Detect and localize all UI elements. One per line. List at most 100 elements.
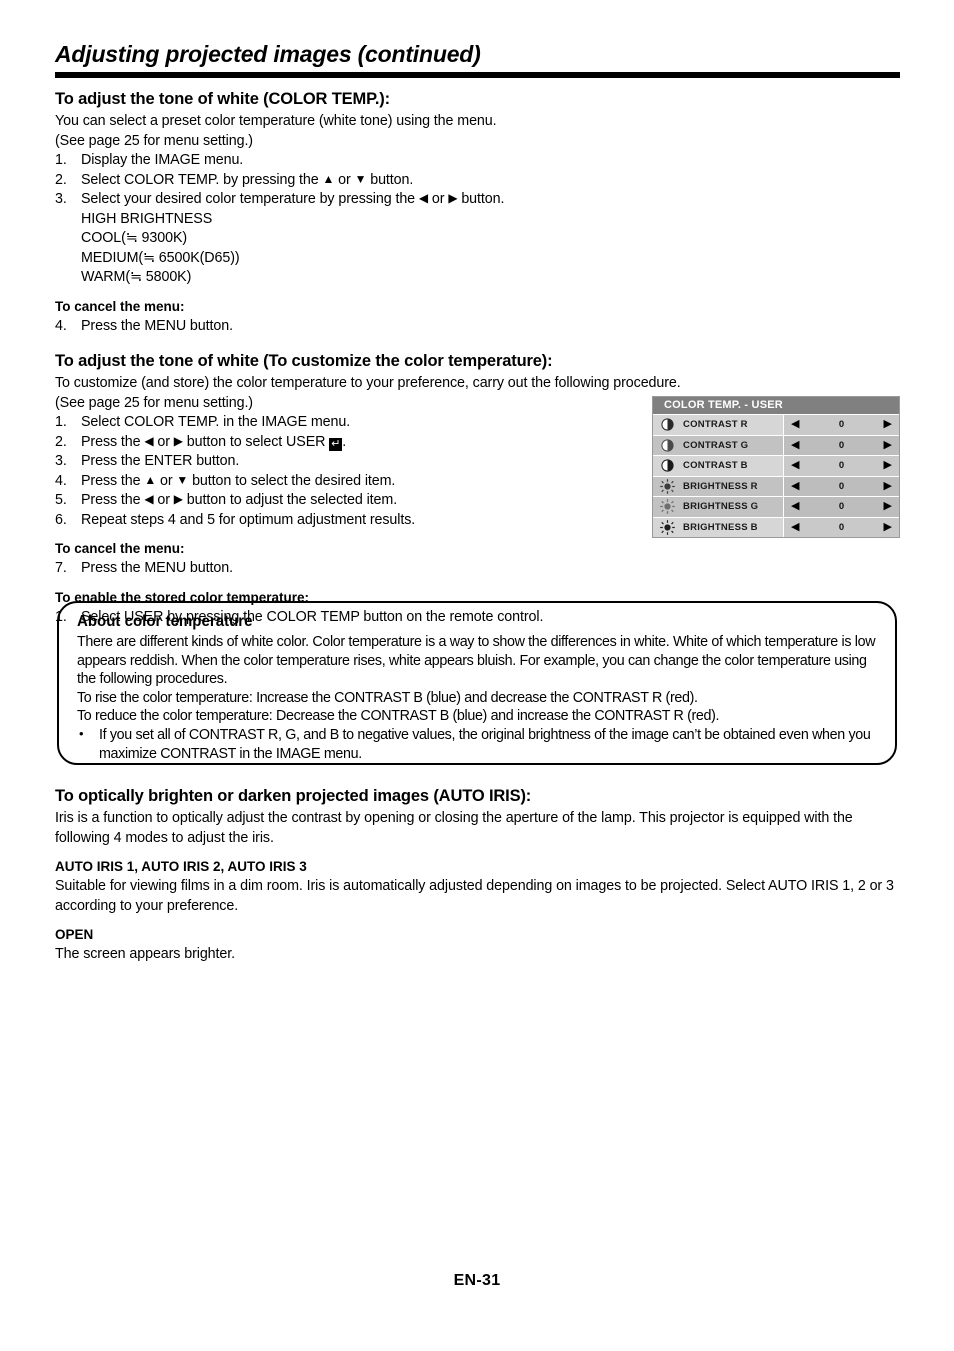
step-number: 4. xyxy=(55,317,67,334)
brightness-icon xyxy=(659,519,676,535)
osd-row-brightness-r[interactable]: BRIGHTNESS R ◀ 0 ▶ xyxy=(653,475,899,496)
osd-item-label: CONTRAST G xyxy=(683,439,749,451)
osd-decrease-arrow-icon[interactable]: ◀ xyxy=(791,460,799,471)
brightness-icon xyxy=(659,499,676,515)
about-box-paragraph-3: To reduce the color temperature: Decreas… xyxy=(77,708,720,725)
osd-label-cell: CONTRAST R xyxy=(653,415,783,435)
step-conjunction: or xyxy=(153,433,174,450)
section3-auto-iris-paragraph: Suitable for viewing films in a dim room… xyxy=(55,878,894,914)
osd-item-label: CONTRAST B xyxy=(683,460,748,472)
step-text: Press the ENTER button. xyxy=(81,453,240,469)
step-number: 3. xyxy=(55,453,67,469)
preset-option: MEDIUM(≒ 6500K(D65)) xyxy=(81,249,240,266)
triangle-right-icon: ▶ xyxy=(173,433,183,448)
step-number: 4. xyxy=(55,472,67,489)
step-text: Press the xyxy=(81,433,145,450)
osd-value-cell: ◀ 0 ▶ xyxy=(783,497,899,517)
triangle-down-icon: ▼ xyxy=(354,171,367,186)
osd-increase-arrow-icon[interactable]: ▶ xyxy=(884,439,892,451)
osd-row-contrast-g[interactable]: CONTRAST G ◀ 0 ▶ xyxy=(653,434,899,455)
osd-row-brightness-b[interactable]: BRIGHTNESS B ◀ 0 ▶ xyxy=(653,516,899,537)
page-footer: EN-31 xyxy=(0,1272,954,1290)
section2-intro-line1: To customize (and store) the color tempe… xyxy=(55,375,681,391)
section1-cancel-list: 4. Press the MENU button. xyxy=(55,317,905,337)
list-item: 2. Select COLOR TEMP. by pressing the ▲ o… xyxy=(55,171,905,191)
section1-intro-line2: (See page 25 for menu setting.) xyxy=(55,132,253,149)
osd-increase-arrow-icon[interactable]: ▶ xyxy=(884,480,892,492)
osd-decrease-arrow-icon[interactable]: ◀ xyxy=(791,419,799,430)
step-conjunction: or xyxy=(153,492,174,508)
about-color-temperature-box: About color temperature There are differ… xyxy=(57,601,897,765)
triangle-left-icon: ◀ xyxy=(144,433,154,448)
step-number: 2. xyxy=(55,433,67,450)
osd-increase-arrow-icon[interactable]: ▶ xyxy=(884,521,892,533)
osd-decrease-arrow-icon[interactable]: ◀ xyxy=(791,480,799,492)
osd-menu-title: COLOR TEMP. - USER xyxy=(653,397,899,414)
osd-item-label: BRIGHTNESS B xyxy=(683,521,758,533)
osd-label-cell: BRIGHTNESS R xyxy=(653,476,783,496)
osd-decrease-arrow-icon[interactable]: ◀ xyxy=(791,501,799,512)
section1-heading: To adjust the tone of white (COLOR TEMP.… xyxy=(55,90,390,108)
osd-increase-arrow-icon[interactable]: ▶ xyxy=(884,460,892,471)
osd-item-value: 0 xyxy=(838,439,845,451)
section1-step-list: 1. Display the IMAGE menu. 2. Select COLOR… xyxy=(55,151,905,210)
step-number: 6. xyxy=(55,511,67,528)
step-text: Select your desired color temperature by… xyxy=(81,191,419,207)
enter-key-icon: ↵ xyxy=(329,436,343,451)
list-item: • If you set all of CONTRAST R, G, and B … xyxy=(77,726,880,763)
step-text: Press the MENU button. xyxy=(81,317,233,334)
bullet-text: If you set all of CONTRAST R, G, and B t… xyxy=(99,726,871,762)
section2-cancel-heading: To cancel the menu: xyxy=(55,541,185,556)
osd-row-contrast-r[interactable]: CONTRAST R ◀ 0 ▶ xyxy=(653,414,899,435)
osd-increase-arrow-icon[interactable]: ▶ xyxy=(884,419,892,430)
triangle-up-icon: ▲ xyxy=(144,472,157,487)
step-number: 2. xyxy=(55,171,67,188)
step-text-tail: button. xyxy=(366,171,414,188)
step-text: Repeat steps 4 and 5 for optimum adjustm… xyxy=(81,511,416,528)
list-item: 4. Press the MENU button. xyxy=(55,317,905,337)
triangle-left-icon: ◀ xyxy=(144,492,154,506)
step-text-tail: button to select the desired item. xyxy=(188,472,396,489)
osd-decrease-arrow-icon[interactable]: ◀ xyxy=(791,439,799,451)
osd-increase-arrow-icon[interactable]: ▶ xyxy=(884,501,892,512)
triangle-up-icon: ▲ xyxy=(322,171,335,186)
osd-decrease-arrow-icon[interactable]: ◀ xyxy=(791,521,799,533)
preset-option: WARM(≒ 5800K) xyxy=(81,269,192,285)
osd-row-brightness-g[interactable]: BRIGHTNESS G ◀ 0 ▶ xyxy=(653,496,899,517)
step-number: 1. xyxy=(55,414,67,430)
triangle-right-icon: ▶ xyxy=(448,191,458,205)
preset-option: HIGH BRIGHTNESS xyxy=(81,210,213,227)
osd-item-label: BRIGHTNESS G xyxy=(683,501,759,513)
osd-value-cell: ◀ 0 ▶ xyxy=(783,517,899,537)
step-conjunction: or xyxy=(428,191,449,207)
osd-item-value: 0 xyxy=(838,521,845,533)
osd-value-cell: ◀ 0 ▶ xyxy=(783,456,899,476)
osd-value-cell: ◀ 0 ▶ xyxy=(783,476,899,496)
step-text-tail: button to adjust the selected item. xyxy=(182,492,398,508)
osd-value-cell: ◀ 0 ▶ xyxy=(783,435,899,455)
step-conjunction: or xyxy=(334,171,355,188)
triangle-right-icon: ▶ xyxy=(173,492,183,506)
osd-item-value: 0 xyxy=(838,419,845,431)
page-header: Adjusting projected images (continued) xyxy=(55,40,900,68)
step-number: 3. xyxy=(55,191,67,207)
section1-cancel-heading: To cancel the menu: xyxy=(55,298,185,314)
osd-item-value: 0 xyxy=(838,501,845,513)
contrast-icon xyxy=(659,418,676,432)
osd-row-contrast-b[interactable]: CONTRAST B ◀ 0 ▶ xyxy=(653,455,899,476)
osd-label-cell: BRIGHTNESS B xyxy=(653,517,783,537)
step-text: Press the xyxy=(81,472,145,489)
section3-open-paragraph: The screen appears brighter. xyxy=(55,946,235,962)
page-number: EN-31 xyxy=(453,1272,501,1289)
step-number: 1. xyxy=(55,152,67,168)
step-number: 7. xyxy=(55,560,67,576)
step-text: Press the xyxy=(81,492,145,508)
triangle-left-icon: ◀ xyxy=(418,191,429,205)
section3-heading: To optically brighten or darken projecte… xyxy=(55,787,532,805)
step-text: Select COLOR TEMP. in the IMAGE menu. xyxy=(81,414,351,430)
page-title: Adjusting projected images (continued) xyxy=(55,41,481,67)
osd-item-value: 0 xyxy=(838,480,845,492)
about-box-bullet-list: • If you set all of CONTRAST R, G, and B … xyxy=(77,726,880,763)
step-number: 5. xyxy=(55,492,67,508)
